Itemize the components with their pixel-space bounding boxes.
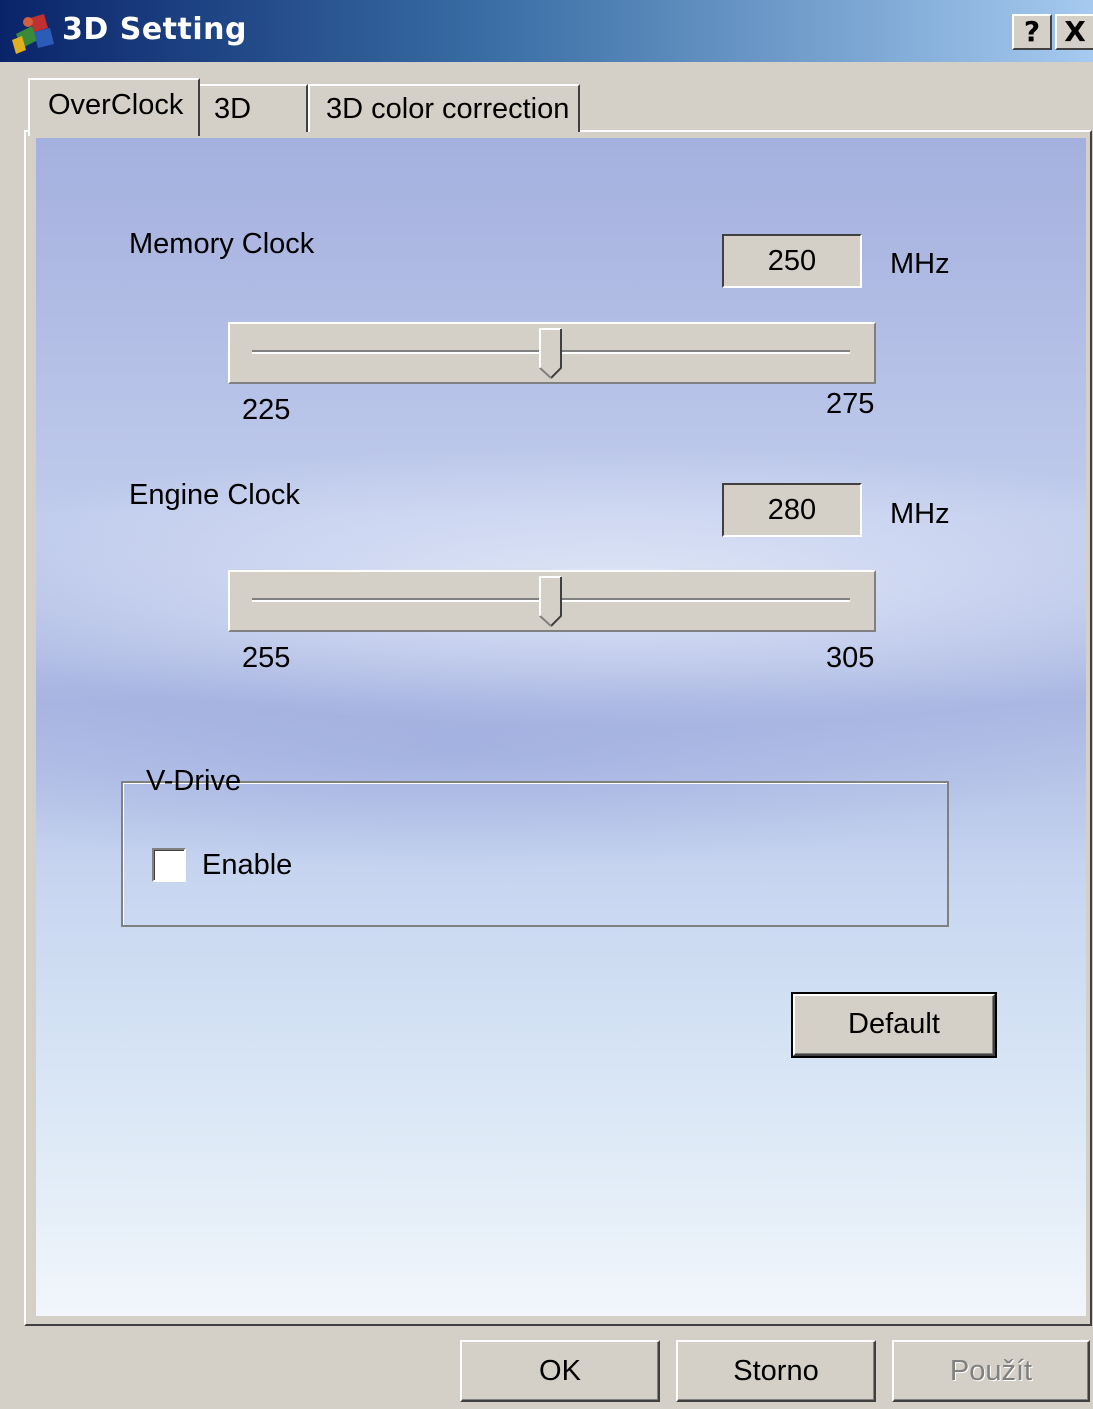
memory-clock-label: Memory Clock <box>129 228 315 260</box>
engine-clock-max: 305 <box>826 642 875 674</box>
vdrive-group-label: V-Drive <box>146 765 242 797</box>
memory-clock-slider[interactable] <box>228 322 876 384</box>
app-icon <box>12 14 54 54</box>
apply-button[interactable]: Použít <box>892 1340 1090 1402</box>
default-button[interactable]: Default <box>791 992 997 1058</box>
panel-background <box>36 138 1086 1316</box>
engine-clock-unit: MHz <box>890 498 950 530</box>
engine-clock-value: 280 <box>722 483 862 537</box>
engine-clock-label: Engine Clock <box>129 479 300 511</box>
close-button[interactable]: X <box>1055 14 1093 50</box>
cancel-button[interactable]: Storno <box>676 1340 876 1402</box>
tab-panel-overclock <box>24 130 1092 1326</box>
memory-clock-max: 275 <box>826 388 875 420</box>
help-button[interactable]: ? <box>1012 14 1052 50</box>
enable-checkbox[interactable] <box>152 848 186 882</box>
tab-overclock[interactable]: OverClock <box>28 78 200 136</box>
tab-3d[interactable]: 3D <box>198 84 308 132</box>
engine-clock-slider[interactable] <box>228 570 876 632</box>
memory-clock-value: 250 <box>722 234 862 288</box>
tab-3d-color-correction[interactable]: 3D color correction <box>308 84 580 132</box>
slider-thumb[interactable] <box>539 576 563 628</box>
ok-button[interactable]: OK <box>460 1340 660 1402</box>
title-bar[interactable]: 3D Setting ? X <box>0 0 1093 62</box>
slider-thumb[interactable] <box>539 328 563 380</box>
engine-clock-min: 255 <box>242 642 291 674</box>
memory-clock-unit: MHz <box>890 248 950 280</box>
enable-label[interactable]: Enable <box>202 849 292 882</box>
window-title: 3D Setting <box>62 12 247 47</box>
memory-clock-min: 225 <box>242 394 291 426</box>
